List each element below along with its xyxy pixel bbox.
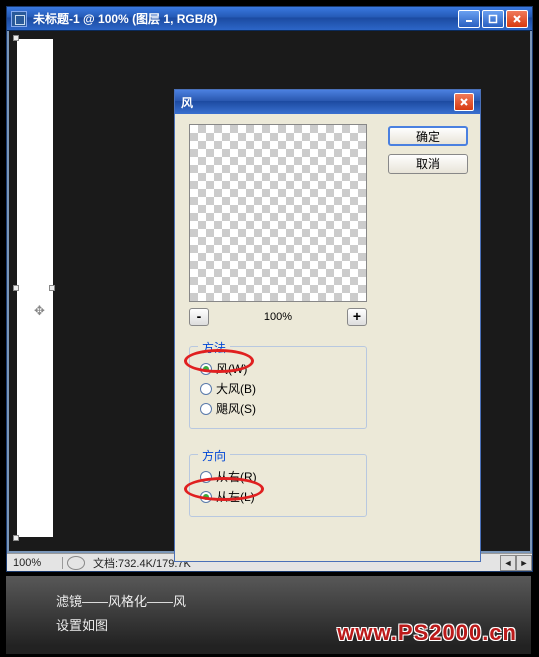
- preview-section: - 100% +: [189, 124, 367, 326]
- radio-label: 从左(L): [216, 488, 255, 505]
- dialog-close-button[interactable]: [454, 93, 474, 111]
- caption-line1: 滤镜——风格化——风: [56, 591, 481, 610]
- radio-label: 飓风(S): [216, 400, 256, 417]
- radio-wind[interactable]: 风(W): [200, 360, 356, 377]
- watermark: www.PS2000.cn: [337, 620, 517, 646]
- method-fieldset: 方法 风(W) 大风(B) 飓风(S): [189, 346, 367, 429]
- canvas-area[interactable]: ✥ 风 确定 取消 - 100% +: [7, 31, 532, 553]
- crop-handle[interactable]: [13, 535, 19, 541]
- close-button[interactable]: [506, 10, 528, 28]
- radio-icon: [200, 403, 212, 415]
- direction-legend: 方向: [198, 447, 230, 464]
- caption-panel: 滤镜——风格化——风 设置如图 www.PS2000.cn: [6, 576, 531, 654]
- radio-icon: [200, 363, 212, 375]
- radio-label: 风(W): [216, 360, 247, 377]
- app-window: 未标题-1 @ 100% (图层 1, RGB/8) ✥ 风: [6, 6, 533, 572]
- scroll-left-button[interactable]: ◄: [500, 555, 516, 571]
- app-icon: [11, 11, 27, 27]
- radio-stagger[interactable]: 飓风(S): [200, 400, 356, 417]
- zoom-out-button[interactable]: -: [189, 308, 209, 326]
- dialog-titlebar[interactable]: 风: [175, 90, 480, 114]
- wind-dialog: 风 确定 取消 - 100% + 方法: [174, 89, 481, 562]
- preview-zoom-label: 100%: [264, 311, 292, 323]
- crop-handle[interactable]: [13, 35, 19, 41]
- radio-blast[interactable]: 大风(B): [200, 380, 356, 397]
- radio-label: 大风(B): [216, 380, 256, 397]
- titlebar[interactable]: 未标题-1 @ 100% (图层 1, RGB/8): [7, 7, 532, 31]
- method-legend: 方法: [198, 339, 230, 356]
- canvas[interactable]: [17, 39, 53, 537]
- preview-box[interactable]: [189, 124, 367, 302]
- window-title: 未标题-1 @ 100% (图层 1, RGB/8): [33, 10, 458, 27]
- disk-icon[interactable]: [67, 556, 85, 570]
- radio-label: 从右(R): [216, 468, 257, 485]
- cancel-button[interactable]: 取消: [388, 154, 468, 174]
- radio-from-right[interactable]: 从右(R): [200, 468, 356, 485]
- crop-handle[interactable]: [49, 285, 55, 291]
- zoom-field[interactable]: 100%: [7, 557, 63, 569]
- direction-fieldset: 方向 从右(R) 从左(L): [189, 454, 367, 517]
- ok-button[interactable]: 确定: [388, 126, 468, 146]
- radio-icon: [200, 471, 212, 483]
- dialog-body: 确定 取消 - 100% + 方法 风(W): [175, 114, 480, 561]
- radio-icon: [200, 383, 212, 395]
- scroll-right-button[interactable]: ►: [516, 555, 532, 571]
- radio-icon: [200, 491, 212, 503]
- radio-from-left[interactable]: 从左(L): [200, 488, 356, 505]
- crop-handle[interactable]: [13, 285, 19, 291]
- minimize-button[interactable]: [458, 10, 480, 28]
- maximize-button[interactable]: [482, 10, 504, 28]
- zoom-in-button[interactable]: +: [347, 308, 367, 326]
- move-cursor-icon: ✥: [34, 303, 45, 319]
- dialog-title: 风: [181, 94, 454, 111]
